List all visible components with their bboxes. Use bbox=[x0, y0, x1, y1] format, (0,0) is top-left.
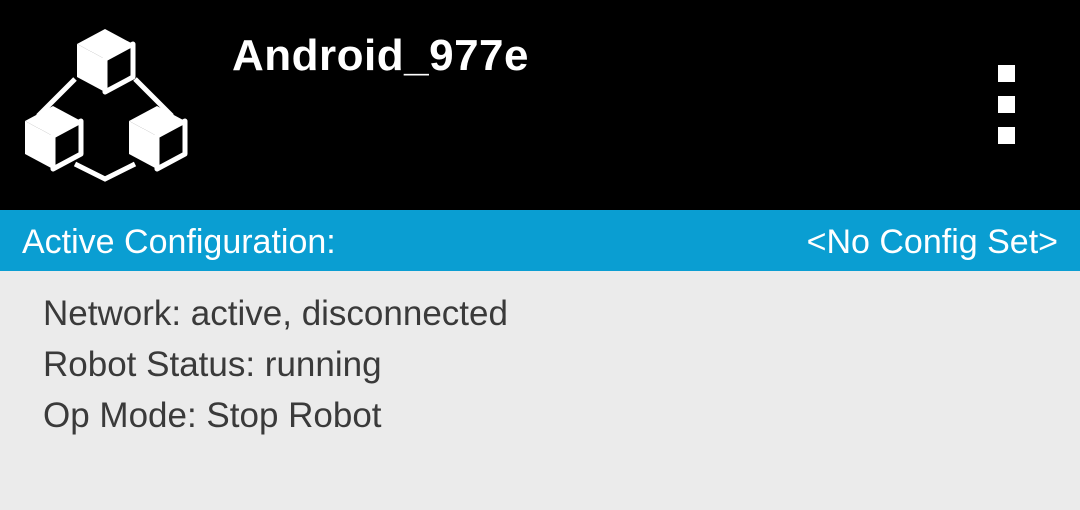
app-header: Android_977e bbox=[0, 0, 1080, 210]
robot-controller-screen: Android_977e Active Configuration: <No C… bbox=[0, 0, 1080, 510]
status-panel: Network: active, disconnected Robot Stat… bbox=[43, 288, 508, 441]
overflow-menu-icon[interactable] bbox=[990, 60, 1024, 150]
menu-dot bbox=[998, 65, 1015, 82]
menu-dot bbox=[998, 96, 1015, 113]
active-configuration-value: <No Config Set> bbox=[806, 223, 1058, 261]
active-configuration-bar: Active Configuration: <No Config Set> bbox=[0, 210, 1080, 271]
op-mode-status: Op Mode: Stop Robot bbox=[43, 396, 382, 435]
menu-dot bbox=[998, 127, 1015, 144]
robot-status: Robot Status: running bbox=[43, 345, 382, 384]
active-configuration-label: Active Configuration: bbox=[22, 223, 336, 261]
robot-controller-cubes-icon bbox=[20, 24, 190, 184]
network-status: Network: active, disconnected bbox=[43, 294, 508, 333]
device-name: Android_977e bbox=[232, 31, 529, 80]
